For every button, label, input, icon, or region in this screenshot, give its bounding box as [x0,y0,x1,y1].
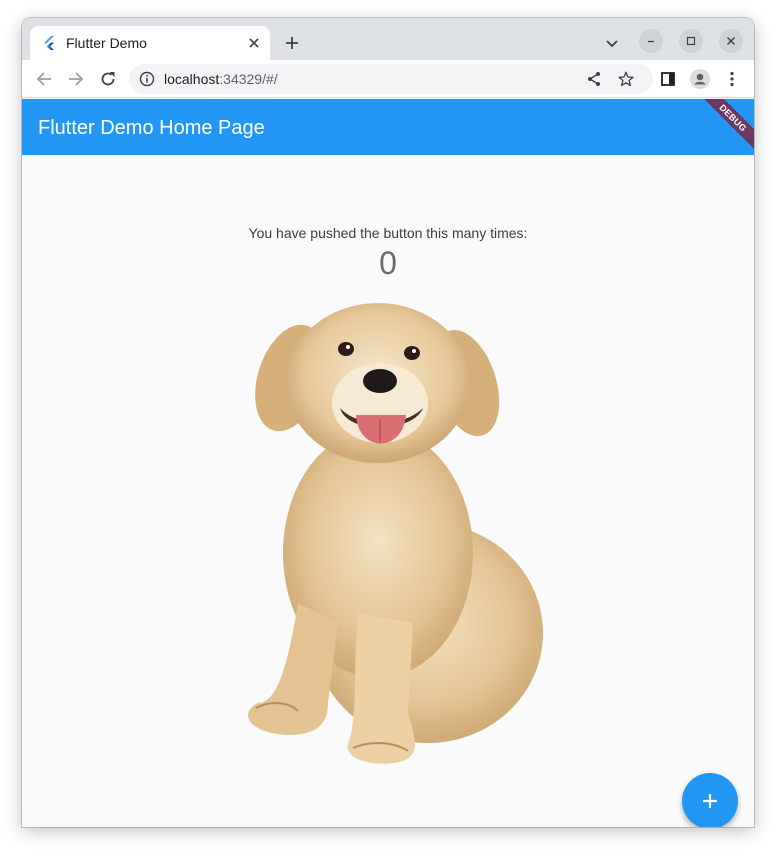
plus-icon [703,794,717,808]
flutter-logo-icon [44,36,54,50]
url-host: localhost [164,71,220,87]
share-button[interactable] [584,69,604,89]
plus-icon [286,37,298,49]
maximize-button[interactable] [679,29,703,53]
browser-toolbar: localhost:34329/#/ [22,60,754,98]
browser-menu-button[interactable] [720,67,744,91]
app-bar: Flutter Demo Home Page DEBUG [22,99,754,155]
menu-icon [730,71,734,87]
back-icon [36,72,51,86]
maximize-icon [686,36,696,46]
app-body: You have pushed the button this many tim… [22,155,754,827]
close-icon [249,38,259,48]
profile-button[interactable] [688,67,712,91]
reload-icon [101,72,115,86]
tab-strip: Flutter Demo [22,18,754,60]
reload-button[interactable] [96,67,120,91]
url-text[interactable]: localhost:34329/#/ [164,71,278,87]
tab-flutter-demo[interactable]: Flutter Demo [30,26,270,60]
debug-banner: DEBUG [697,99,754,154]
site-info-icon[interactable] [139,71,155,87]
tab-search-button[interactable] [600,32,624,56]
close-icon [727,37,735,45]
counter-label: You have pushed the button this many tim… [248,225,528,241]
increment-fab[interactable] [682,773,738,827]
tab-close-button[interactable] [244,33,264,53]
tab-title: Flutter Demo [66,35,147,51]
close-window-button[interactable] [719,29,743,53]
counter-value: 0 [379,245,397,281]
bookmark-button[interactable] [616,69,636,89]
side-panel-icon [661,72,675,86]
bookmark-star-icon [618,71,634,87]
minimize-icon [648,40,654,43]
share-icon [588,72,600,86]
minimize-button[interactable] [639,29,663,53]
browser-window: Flutter Demo localhost:34329/#/ Flutter … [22,18,754,827]
profile-icon [690,69,710,89]
side-panel-button[interactable] [656,67,680,91]
page-title: Flutter Demo Home Page [38,117,265,139]
puppy-photo [248,303,543,764]
url-path: :34329/#/ [219,71,278,87]
address-bar[interactable]: localhost:34329/#/ [129,64,653,94]
forward-icon [69,72,84,86]
new-tab-button[interactable] [280,31,304,55]
back-button[interactable] [32,67,56,91]
chevron-down-icon [606,40,618,48]
forward-button[interactable] [64,67,88,91]
